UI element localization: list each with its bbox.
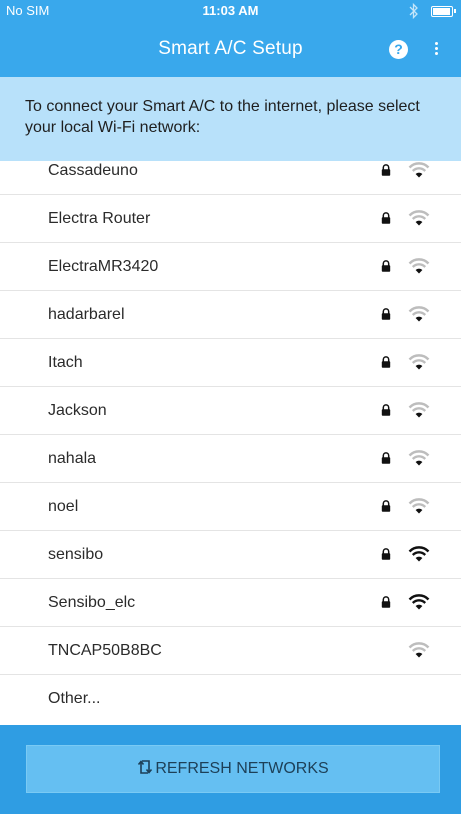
battery-icon bbox=[431, 6, 456, 17]
refresh-icon bbox=[138, 760, 153, 774]
lock-icon bbox=[381, 260, 391, 272]
more-options-icon[interactable] bbox=[430, 40, 442, 60]
instruction-banner: To connect your Smart A/C to the interne… bbox=[0, 77, 461, 161]
lock-icon bbox=[381, 308, 391, 320]
network-name: noel bbox=[48, 498, 79, 515]
network-name: ElectraMR3420 bbox=[48, 258, 159, 275]
wifi-signal-icon bbox=[408, 354, 430, 370]
lock-icon bbox=[381, 452, 391, 464]
network-name: Itach bbox=[48, 354, 83, 371]
footer: REFRESH NETWORKS bbox=[0, 725, 461, 814]
lock-icon bbox=[381, 500, 391, 512]
wifi-signal-icon bbox=[408, 546, 430, 562]
network-item[interactable]: ElectraMR3420 bbox=[0, 243, 461, 291]
wifi-signal-icon bbox=[408, 306, 430, 322]
network-item[interactable]: nahala bbox=[0, 435, 461, 483]
network-name: Sensibo_elc bbox=[48, 594, 136, 611]
wifi-signal-icon bbox=[408, 162, 430, 178]
network-item[interactable]: noel bbox=[0, 483, 461, 531]
network-name: nahala bbox=[48, 450, 97, 467]
network-name: sensibo bbox=[48, 546, 104, 563]
lock-icon bbox=[381, 356, 391, 368]
network-name: Electra Router bbox=[48, 210, 151, 227]
network-item[interactable]: sensibo bbox=[0, 531, 461, 579]
lock-icon bbox=[381, 404, 391, 416]
refresh-networks-button[interactable]: REFRESH NETWORKS bbox=[26, 745, 440, 793]
lock-icon bbox=[381, 212, 391, 224]
network-name: hadarbarel bbox=[48, 306, 125, 323]
network-item[interactable]: Electra Router bbox=[0, 195, 461, 243]
wifi-signal-icon bbox=[408, 642, 430, 658]
wifi-signal-icon bbox=[408, 450, 430, 466]
wifi-signal-icon bbox=[408, 258, 430, 274]
network-name: Cassadeuno bbox=[48, 162, 138, 179]
wifi-signal-icon bbox=[408, 210, 430, 226]
network-name: Jackson bbox=[48, 402, 107, 419]
network-item[interactable]: TNCAP50B8BC bbox=[0, 627, 461, 675]
wifi-signal-icon bbox=[408, 594, 430, 610]
network-item[interactable]: Itach bbox=[0, 339, 461, 387]
instruction-text: To connect your Smart A/C to the interne… bbox=[25, 98, 420, 136]
network-item[interactable]: hadarbarel bbox=[0, 291, 461, 339]
wifi-signal-icon bbox=[408, 402, 430, 418]
wifi-network-list: Cassadeuno Electra Router ElectraMR3420 had… bbox=[0, 147, 461, 725]
lock-icon bbox=[381, 596, 391, 608]
help-icon[interactable]: ? bbox=[389, 40, 408, 59]
network-item[interactable]: Other... bbox=[0, 675, 461, 723]
network-item[interactable]: Sensibo_elc bbox=[0, 579, 461, 627]
wifi-signal-icon bbox=[408, 498, 430, 514]
refresh-label: REFRESH NETWORKS bbox=[155, 760, 329, 777]
network-name: Other... bbox=[48, 690, 101, 707]
clock: 11:03 AM bbox=[202, 3, 259, 18]
network-item[interactable]: Jackson bbox=[0, 387, 461, 435]
lock-icon bbox=[381, 164, 391, 176]
app-bar: Smart A/C Setup ? bbox=[0, 22, 461, 77]
status-bar: No SIM 11:03 AM bbox=[0, 0, 461, 22]
lock-icon bbox=[381, 548, 391, 560]
bluetooth-icon bbox=[409, 2, 418, 20]
network-name: TNCAP50B8BC bbox=[48, 642, 162, 659]
